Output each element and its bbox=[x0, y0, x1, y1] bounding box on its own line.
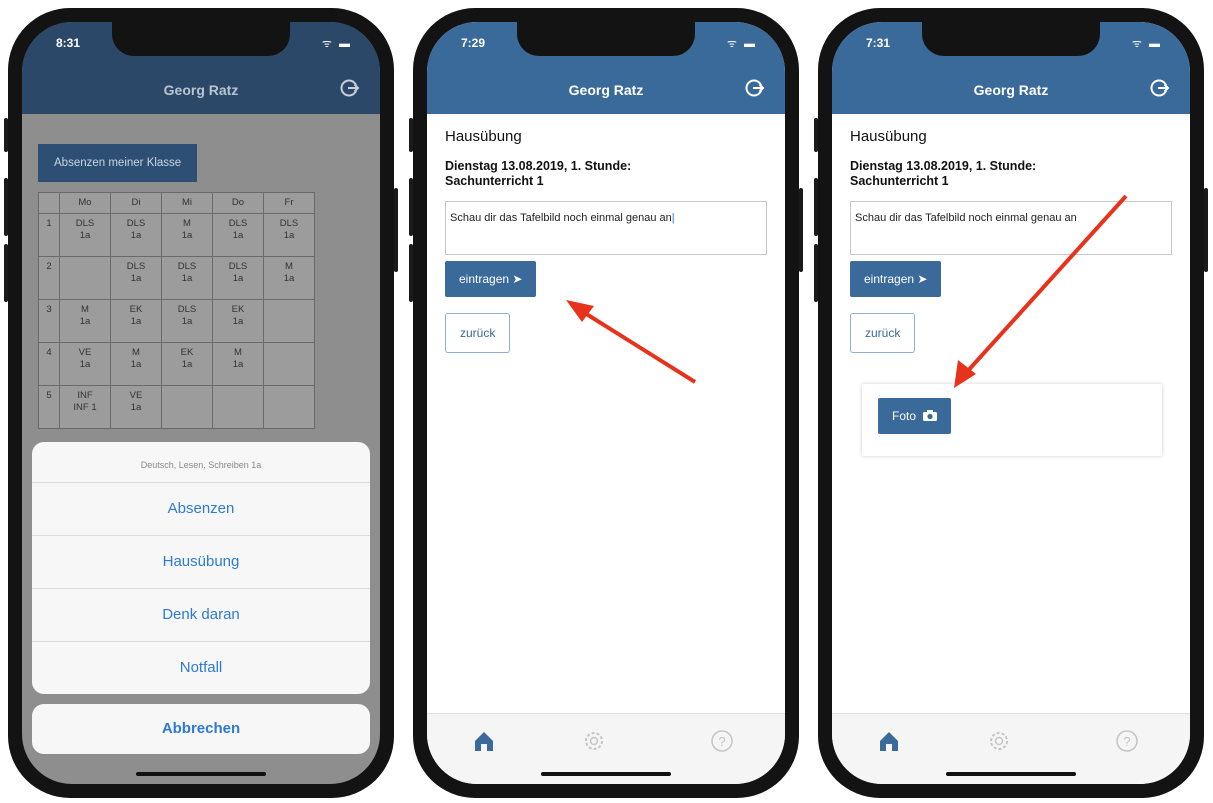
annotation-arrow-submit bbox=[566, 194, 1128, 388]
